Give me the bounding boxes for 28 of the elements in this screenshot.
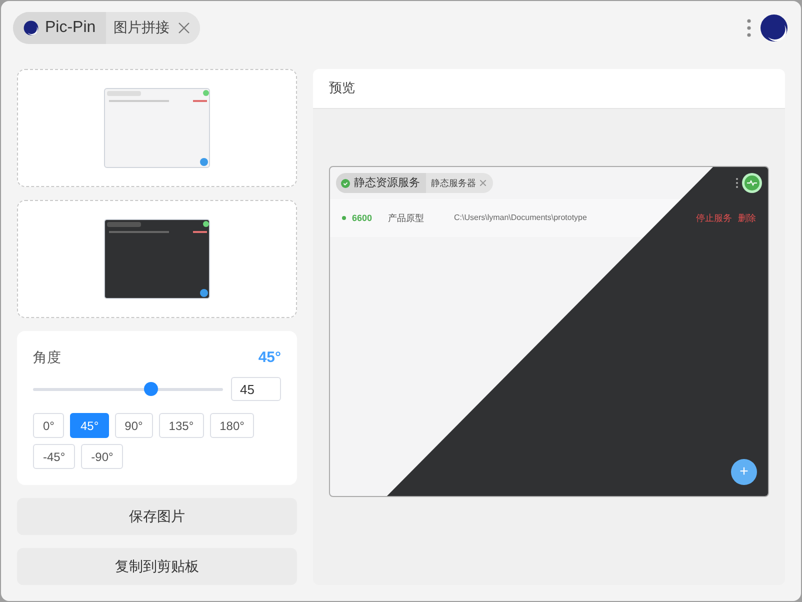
angle-slider[interactable] <box>33 382 223 396</box>
close-icon[interactable] <box>178 22 190 34</box>
preview-title: 预览 <box>329 79 355 98</box>
image-drop-zone[interactable] <box>17 200 297 318</box>
angle-input[interactable]: 45 <box>231 377 281 401</box>
angle-preset-button[interactable]: 135° <box>158 413 204 438</box>
angle-preset-button[interactable]: -45° <box>33 444 76 469</box>
moon-logo-icon <box>23 20 39 36</box>
preview-app-title: 静态资源服务 <box>354 176 420 191</box>
action-button[interactable]: 保存图片 <box>17 498 297 535</box>
port-text: 6600 <box>352 212 374 224</box>
tab[interactable]: 图片拼接 <box>106 12 200 44</box>
action-button[interactable]: 复制到剪贴板 <box>17 548 297 585</box>
preview-tab-label: 静态服务器 <box>431 176 476 190</box>
angle-preset-button[interactable]: -90° <box>81 444 124 469</box>
angle-preset-button[interactable]: 180° <box>210 413 254 438</box>
angle-reading: 45° <box>258 348 281 368</box>
more-icon[interactable] <box>747 18 751 38</box>
angle-preset-button[interactable]: 90° <box>114 413 153 438</box>
angle-preset-button[interactable]: 0° <box>33 413 64 438</box>
path-text: C:\Users\lyman\Documents\prototype <box>454 212 587 224</box>
name-text: 产品原型 <box>388 212 425 224</box>
moon-logo-icon <box>759 12 789 43</box>
angle-label: 角度 <box>33 348 61 368</box>
status-icon <box>341 178 350 188</box>
status-dot-icon <box>342 216 346 220</box>
close-icon <box>480 180 486 186</box>
app-tab[interactable]: Pic-Pin <box>13 12 106 44</box>
